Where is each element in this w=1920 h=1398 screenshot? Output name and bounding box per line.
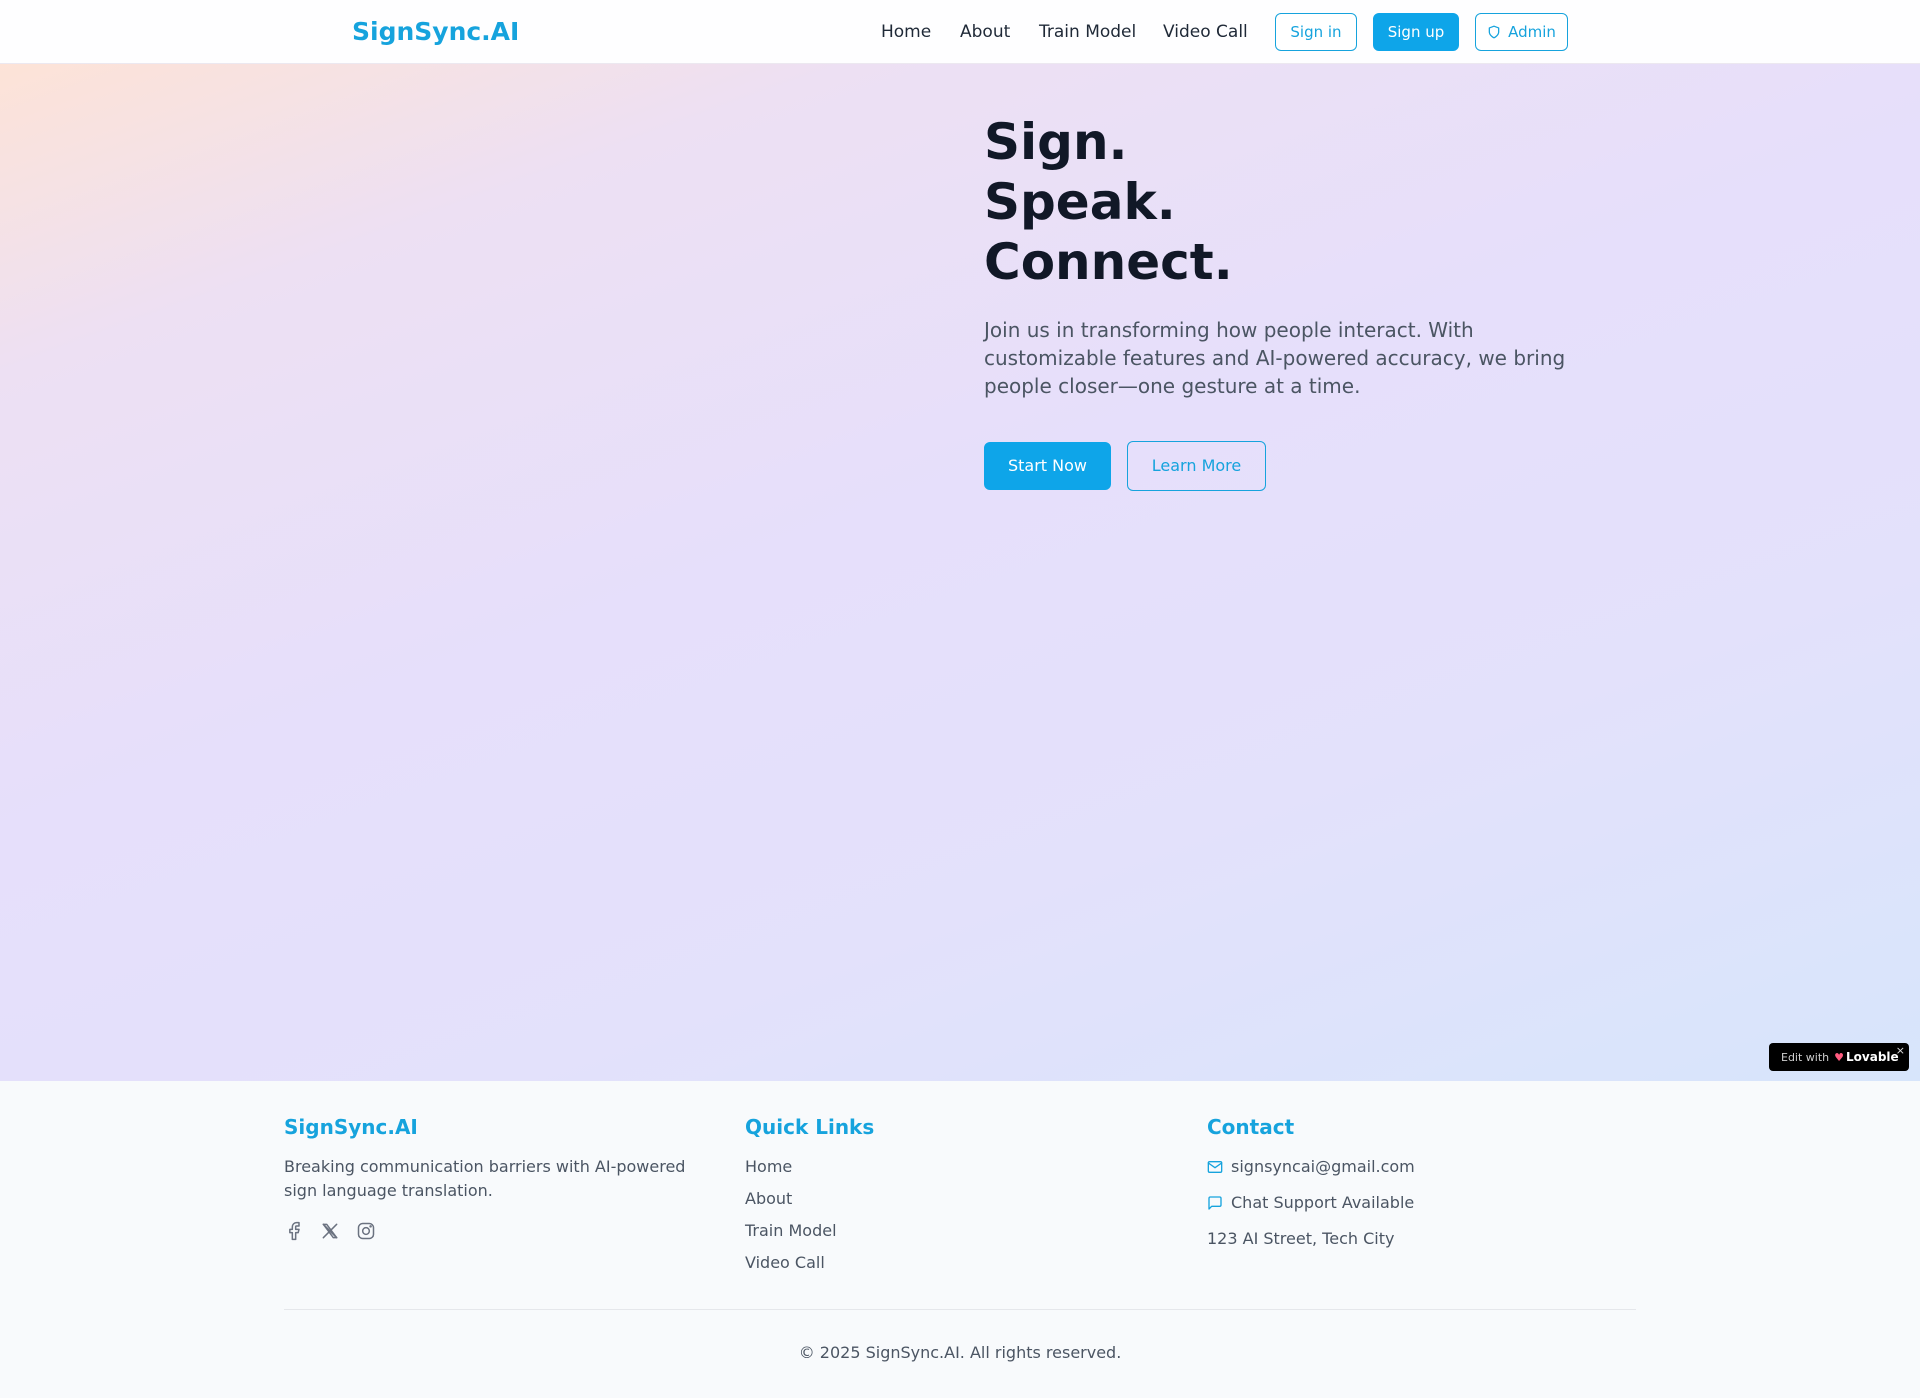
footer-tagline: Breaking communication barriers with AI-… bbox=[284, 1157, 686, 1200]
footer-brand: SignSync.AI bbox=[284, 1115, 418, 1139]
nav-link-video-call[interactable]: Video Call bbox=[1163, 20, 1248, 44]
contact-chat[interactable]: Chat Support Available bbox=[1207, 1191, 1414, 1215]
hero-title-line-2: Speak. bbox=[984, 173, 1176, 231]
instagram-icon[interactable] bbox=[356, 1221, 376, 1241]
chat-bubble-icon bbox=[1208, 1196, 1222, 1210]
learn-more-button[interactable]: Learn More bbox=[1127, 441, 1266, 491]
contact-email[interactable]: signsyncai@gmail.com bbox=[1207, 1155, 1415, 1179]
nav-link-train-model[interactable]: Train Model bbox=[1039, 20, 1136, 44]
footer-link-train-model[interactable]: Train Model bbox=[745, 1219, 837, 1243]
quick-links-heading: Quick Links bbox=[745, 1115, 875, 1139]
lovable-brand-name: Lovable bbox=[1846, 1050, 1899, 1064]
lovable-badge-label: Edit with bbox=[1781, 1050, 1830, 1064]
lovable-close-icon[interactable]: × bbox=[1896, 1044, 1905, 1057]
footer-link-about[interactable]: About bbox=[745, 1187, 792, 1211]
sign-up-button[interactable]: Sign up bbox=[1373, 13, 1459, 51]
nav-link-about[interactable]: About bbox=[960, 20, 1010, 44]
hero-title-line-1: Sign. bbox=[984, 113, 1128, 171]
contact-chat-text: Chat Support Available bbox=[1231, 1193, 1415, 1212]
contact-address: 123 AI Street, Tech City bbox=[1207, 1229, 1395, 1248]
admin-button-label: Admin bbox=[1508, 23, 1556, 41]
hero-title: Sign. Speak. Connect. bbox=[984, 112, 1233, 292]
lovable-heart-icon: ♥ bbox=[1834, 1050, 1845, 1064]
admin-button[interactable]: Admin bbox=[1475, 13, 1568, 51]
nav-link-home[interactable]: Home bbox=[881, 20, 931, 44]
facebook-icon[interactable] bbox=[284, 1221, 304, 1241]
contact-heading: Contact bbox=[1207, 1115, 1295, 1139]
hero-section: Sign. Speak. Connect. Join us in transfo… bbox=[0, 64, 1920, 1081]
footer-link-home[interactable]: Home bbox=[745, 1155, 792, 1179]
start-now-button[interactable]: Start Now bbox=[984, 442, 1111, 490]
mail-icon bbox=[1207, 1161, 1223, 1173]
hero-title-line-3: Connect. bbox=[984, 233, 1233, 291]
contact-email-text: signsyncai@gmail.com bbox=[1231, 1157, 1415, 1176]
footer: SignSync.AI Breaking communication barri… bbox=[0, 1081, 1920, 1398]
top-navbar: SignSync.AI Home About Train Model Video… bbox=[0, 0, 1920, 64]
edit-with-lovable-badge[interactable]: Edit with ♥ Lovable × bbox=[1769, 1043, 1909, 1071]
x-twitter-icon[interactable] bbox=[320, 1221, 340, 1241]
hero-subtitle: Join us in transforming how people inter… bbox=[984, 318, 1566, 398]
nav-links: Home About Train Model Video Call bbox=[0, 20, 1920, 44]
sign-in-button[interactable]: Sign in bbox=[1275, 13, 1357, 51]
shield-icon bbox=[1488, 25, 1500, 39]
footer-divider bbox=[284, 1309, 1636, 1310]
footer-link-video-call[interactable]: Video Call bbox=[745, 1251, 825, 1275]
copyright-text: © 2025 SignSync.AI. All rights reserved. bbox=[798, 1343, 1122, 1362]
